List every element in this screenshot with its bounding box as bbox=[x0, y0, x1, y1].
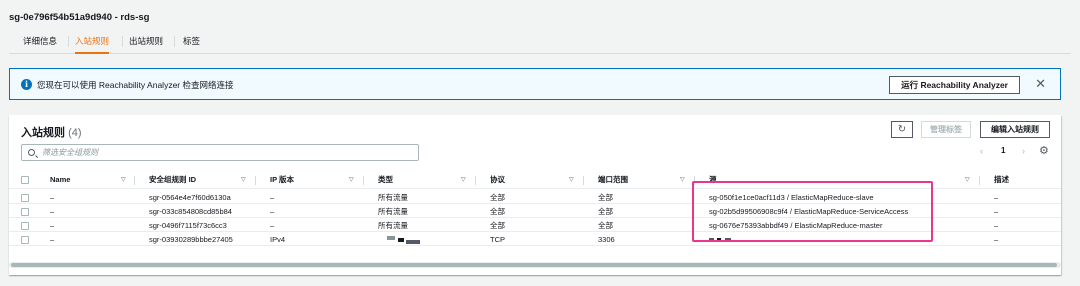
cell-protocol: 全部 bbox=[490, 207, 505, 216]
cell-name: – bbox=[50, 221, 55, 230]
refresh-icon: ↻ bbox=[897, 124, 907, 135]
cell-description: – bbox=[994, 193, 999, 202]
row-checkbox[interactable] bbox=[21, 222, 29, 230]
info-icon: i bbox=[21, 79, 32, 90]
cell-rule-id: sgr-03930289bbbe27405 bbox=[149, 235, 233, 244]
cell-ip-version: – bbox=[270, 207, 275, 216]
column-divider[interactable] bbox=[979, 176, 980, 185]
column-divider[interactable] bbox=[475, 176, 476, 185]
cell-ip-version: – bbox=[270, 221, 275, 230]
redacted-mark bbox=[717, 238, 721, 242]
row-checkbox[interactable] bbox=[21, 194, 29, 202]
refresh-button[interactable]: ↻ bbox=[891, 121, 913, 138]
select-all-checkbox[interactable] bbox=[21, 176, 29, 184]
cell-protocol: TCP bbox=[490, 235, 505, 244]
run-reachability-analyzer-button[interactable]: 运行 Reachability Analyzer bbox=[889, 76, 1020, 94]
column-header-ip-version[interactable]: IP 版本 bbox=[270, 171, 294, 188]
sort-icon[interactable]: ▽ bbox=[241, 171, 246, 189]
column-divider[interactable] bbox=[134, 176, 135, 185]
cell-rule-id: sgr-0564e4e7f60d6130a bbox=[149, 193, 231, 202]
edit-inbound-rules-button[interactable]: 编辑入站规则 bbox=[980, 121, 1050, 138]
tab-divider bbox=[174, 36, 175, 47]
info-banner: i 您现在可以使用 Reachability Analyzer 检查网络连接 运… bbox=[9, 68, 1061, 100]
cell-rule-id: sgr-033c854808cd85b84 bbox=[149, 207, 232, 216]
sort-icon[interactable]: ▽ bbox=[349, 171, 354, 189]
column-header-name[interactable]: Name bbox=[50, 171, 70, 188]
sort-icon[interactable]: ▽ bbox=[461, 171, 466, 189]
table-row[interactable]: – sgr-0564e4e7f60d6130a – 所有流量 全部 全部 sg-… bbox=[9, 192, 1061, 204]
column-header-source[interactable]: 源 bbox=[709, 171, 717, 188]
panel-title-text: 入站规则 bbox=[21, 127, 65, 139]
column-header-type[interactable]: 类型 bbox=[378, 171, 393, 188]
column-header-protocol[interactable]: 协议 bbox=[490, 171, 505, 188]
tab-divider bbox=[122, 36, 123, 47]
tab-tags[interactable]: 标签 bbox=[183, 30, 200, 54]
tab-details[interactable]: 详细信息 bbox=[23, 30, 57, 54]
cell-type: 所有流量 bbox=[378, 193, 408, 202]
tab-bar: 详细信息 入站规则 出站规则 标签 bbox=[9, 30, 1071, 54]
column-divider[interactable] bbox=[363, 176, 364, 185]
column-header-rule-id[interactable]: 安全组规则 ID bbox=[149, 171, 196, 188]
prev-page-icon[interactable]: ‹ bbox=[980, 146, 983, 156]
column-header-port-range[interactable]: 端口范围 bbox=[598, 171, 628, 188]
search-icon bbox=[28, 149, 35, 156]
info-banner-text: 您现在可以使用 Reachability Analyzer 检查网络连接 bbox=[37, 80, 234, 90]
cell-type: 所有流量 bbox=[378, 207, 408, 216]
cell-port-range: 全部 bbox=[598, 193, 613, 202]
table-row[interactable]: – sgr-0496f7115f73c6cc3 – 所有流量 全部 全部 sg-… bbox=[9, 220, 1061, 232]
cell-name: – bbox=[50, 207, 55, 216]
table-row[interactable]: – sgr-033c854808cd85b84 – 所有流量 全部 全部 sg-… bbox=[9, 206, 1061, 218]
gear-icon[interactable]: ⚙ bbox=[1039, 144, 1049, 157]
cell-port-range: 全部 bbox=[598, 207, 613, 216]
cell-name: – bbox=[50, 193, 55, 202]
tab-divider bbox=[68, 36, 69, 47]
search-field[interactable] bbox=[21, 144, 419, 161]
tab-outbound-rules[interactable]: 出站规则 bbox=[129, 30, 163, 54]
redacted-mark bbox=[725, 238, 731, 242]
tab-inbound-rules[interactable]: 入站规则 bbox=[75, 30, 110, 54]
column-divider[interactable] bbox=[694, 176, 695, 185]
sort-icon[interactable]: ▽ bbox=[121, 171, 126, 189]
redacted-mark bbox=[406, 240, 420, 244]
redacted-mark bbox=[398, 238, 404, 242]
redacted-mark bbox=[387, 236, 395, 240]
cell-description: – bbox=[994, 207, 999, 216]
cell-description: – bbox=[994, 221, 999, 230]
panel-title: 入站规则 (4) bbox=[21, 124, 82, 140]
inbound-rules-panel: 入站规则 (4) ↻ 管理标签 编辑入站规则 ‹ 1 › ⚙ Name ▽ 安全… bbox=[9, 115, 1061, 275]
cell-ip-version: – bbox=[270, 193, 275, 202]
current-page[interactable]: 1 bbox=[1001, 146, 1005, 155]
row-checkbox[interactable] bbox=[21, 208, 29, 216]
next-page-icon[interactable]: › bbox=[1022, 146, 1025, 156]
sort-icon[interactable]: ▽ bbox=[680, 171, 685, 189]
cell-port-range: 3306 bbox=[598, 235, 615, 244]
cell-ip-version: IPv4 bbox=[270, 235, 286, 244]
cell-source[interactable]: sg-02b5d99506908c9f4 / ElasticMapReduce-… bbox=[709, 206, 908, 217]
page-title: sg-0e796f54b51a9d940 - rds-sg bbox=[9, 12, 150, 23]
search-input[interactable] bbox=[42, 146, 412, 159]
rule-count: (4) bbox=[68, 127, 82, 139]
cell-source[interactable]: sg-0676e75393abbdf49 / ElasticMapReduce-… bbox=[709, 220, 882, 231]
cell-type: 所有流量 bbox=[378, 221, 408, 230]
column-header-description[interactable]: 描述 bbox=[994, 171, 1009, 188]
sort-icon[interactable]: ▽ bbox=[569, 171, 574, 189]
sort-icon[interactable]: ▽ bbox=[965, 171, 970, 189]
manage-tags-button[interactable]: 管理标签 bbox=[921, 121, 971, 138]
table-row[interactable]: – sgr-03930289bbbe27405 IPv4 TCP 3306 – bbox=[9, 234, 1061, 246]
cell-rule-id: sgr-0496f7115f73c6cc3 bbox=[149, 221, 227, 230]
row-checkbox[interactable] bbox=[21, 236, 29, 244]
redacted-mark bbox=[709, 238, 714, 242]
cell-port-range: 全部 bbox=[598, 221, 613, 230]
column-divider[interactable] bbox=[255, 176, 256, 185]
column-divider[interactable] bbox=[583, 176, 584, 185]
table-header: Name ▽ 安全组规则 ID ▽ IP 版本 ▽ 类型 ▽ 协议 ▽ 端口范围… bbox=[9, 171, 1061, 189]
cell-protocol: 全部 bbox=[490, 221, 505, 230]
cell-name: – bbox=[50, 235, 55, 244]
cell-description: – bbox=[994, 235, 999, 244]
cell-protocol: 全部 bbox=[490, 193, 505, 202]
horizontal-scrollbar[interactable] bbox=[9, 262, 1061, 268]
cell-source[interactable]: sg-050f1e1ce0acf11d3 / ElasticMapReduce-… bbox=[709, 192, 874, 203]
close-icon[interactable]: ✕ bbox=[1035, 75, 1046, 93]
scrollbar-thumb[interactable] bbox=[11, 263, 1057, 267]
